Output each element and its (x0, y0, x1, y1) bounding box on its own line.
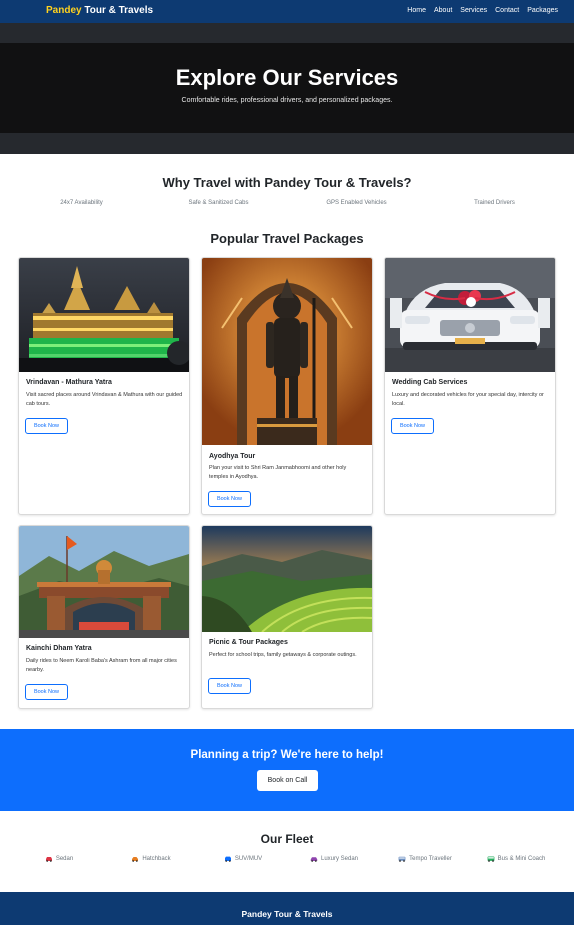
nav-links: Home About Services Contact Packages (407, 7, 558, 14)
package-text-picnic: Perfect for school trips, family getaway… (209, 652, 357, 658)
fleet-item-luxury-sedan: Luxury Sedan (289, 856, 379, 862)
book-now-kainchi-dham-button[interactable]: Book Now (25, 684, 68, 700)
fleet-label-sedan: Sedan (55, 856, 74, 862)
brand-accent: Pandey (46, 5, 82, 16)
package-title-wedding: Wedding Cab Services (392, 379, 468, 386)
packages-section-title: Popular Travel Packages (210, 231, 364, 246)
cta-title: Planning a trip? We're here to help! (190, 749, 384, 761)
package-title-picnic: Picnic & Tour Packages (209, 639, 288, 646)
package-card-wedding: Wedding Cab Services Luxury and decorate… (384, 257, 556, 515)
feature-gps: GPS Enabled Vehicles (326, 200, 387, 206)
brand-logo[interactable]: Pandey Tour & Travels (46, 5, 153, 16)
footer-brand: Pandey Tour & Travels (241, 909, 333, 919)
nav-link-contact[interactable]: Contact (495, 7, 519, 14)
nav-link-services[interactable]: Services (460, 7, 487, 14)
tempo-traveller-icon (398, 856, 406, 862)
feature-trained-drivers: Trained Drivers (474, 200, 515, 206)
footer: Pandey Tour & Travels (0, 892, 574, 925)
fleet-label-tempo-traveller: Tempo Traveller (409, 856, 452, 862)
navbar: Pandey Tour & Travels Home About Service… (0, 0, 574, 23)
fleet-item-suv: SUV/MUV (198, 856, 288, 862)
book-now-wedding-button[interactable]: Book Now (391, 418, 434, 434)
fleet-label-suv: SUV/MUV (234, 856, 263, 862)
package-card-picnic: Picnic & Tour Packages Perfect for schoo… (201, 525, 373, 709)
package-text-vrindavan: Visit sacred places around Vrindavan & M… (26, 392, 183, 407)
picnic-terraces-image (202, 526, 372, 632)
brand-name: Tour & Travels (81, 5, 154, 16)
book-now-picnic-button[interactable]: Book Now (208, 678, 251, 694)
package-card-kainchi-dham: Kainchi Dham Yatra Daily rides to Neem K… (18, 525, 190, 709)
fleet-label-bus: Bus & Mini Coach (497, 856, 546, 862)
kainchi-dham-gate-image (19, 526, 189, 638)
why-section-title: Why Travel with Pandey Tour & Travels? (162, 175, 412, 190)
package-title-kainchi-dham: Kainchi Dham Yatra (26, 645, 92, 652)
nav-link-packages[interactable]: Packages (527, 7, 558, 14)
fleet-item-bus: Bus & Mini Coach (471, 856, 561, 862)
feature-sanitized-cabs: Safe & Sanitized Cabs (188, 200, 249, 206)
fleet-label-hatchback: Hatchback (142, 856, 171, 862)
package-text-wedding: Luxury and decorated vehicles for your s… (392, 392, 544, 407)
ayodhya-ram-image (202, 258, 372, 445)
book-on-call-button[interactable]: Book on Call (257, 770, 318, 791)
package-card-ayodhya: Ayodhya Tour Plan your visit to Shri Ram… (201, 257, 373, 515)
luxury-sedan-icon (310, 856, 318, 862)
car-icon (45, 856, 53, 862)
book-now-vrindavan-button[interactable]: Book Now (25, 418, 68, 434)
bus-icon (487, 856, 495, 862)
nav-link-home[interactable]: Home (407, 7, 426, 14)
wedding-car-image (385, 258, 555, 372)
hero-subtitle: Comfortable rides, professional drivers,… (181, 97, 393, 104)
package-text-ayodhya: Plan your visit to Shri Ram Janmabhoomi … (209, 465, 347, 480)
fleet-item-hatchback: Hatchback (106, 856, 196, 862)
cta-section: Planning a trip? We're here to help! Boo… (0, 729, 574, 811)
book-now-ayodhya-button[interactable]: Book Now (208, 491, 251, 507)
package-card-vrindavan: Vrindavan - Mathura Yatra Visit sacred p… (18, 257, 190, 515)
package-text-kainchi-dham: Daily rides to Neem Karoli Baba's Ashram… (26, 658, 177, 673)
hero-banner: Explore Our Services Comfortable rides, … (0, 43, 574, 133)
fleet-item-sedan: Sedan (14, 856, 104, 862)
fleet-label-luxury-sedan: Luxury Sedan (320, 856, 359, 862)
package-title-vrindavan: Vrindavan - Mathura Yatra (26, 379, 112, 386)
hatchback-icon (131, 856, 139, 862)
fleet-item-tempo-traveller: Tempo Traveller (380, 856, 470, 862)
package-title-ayodhya: Ayodhya Tour (209, 453, 256, 460)
suv-icon (224, 856, 232, 862)
nav-link-about[interactable]: About (434, 7, 452, 14)
hero-title: Explore Our Services (175, 65, 399, 90)
vrindavan-temple-image (19, 258, 189, 372)
feature-availability: 24x7 Availability (60, 200, 103, 206)
fleet-section-title: Our Fleet (260, 832, 314, 846)
